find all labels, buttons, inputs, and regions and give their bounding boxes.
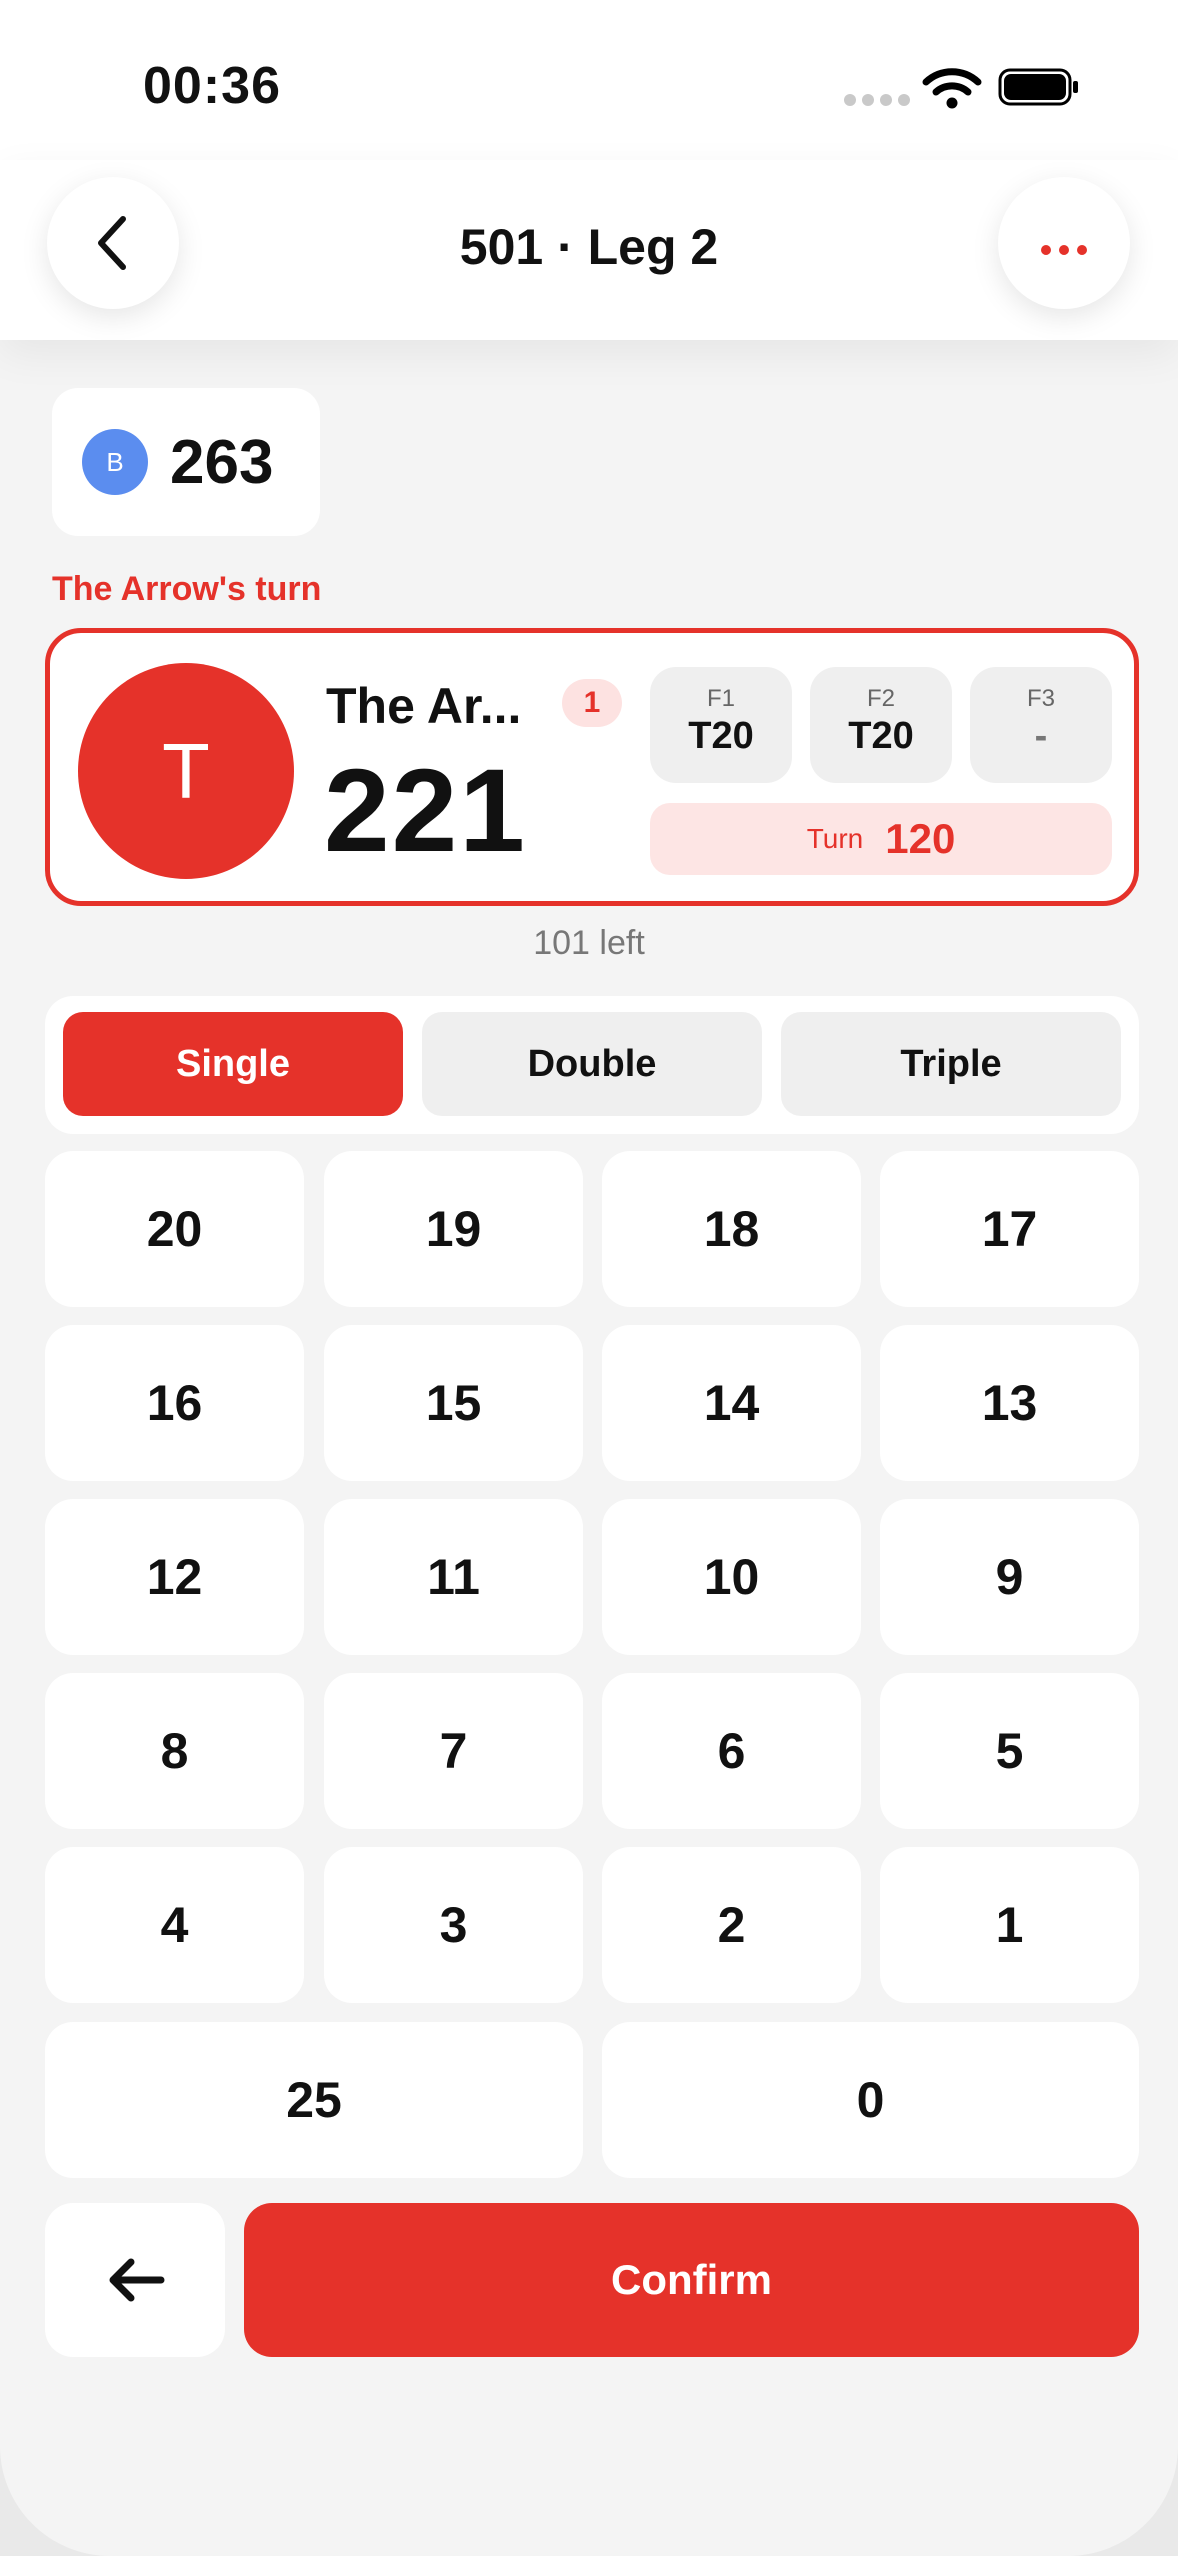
key-5[interactable]: 5 — [880, 1673, 1139, 1829]
turn-indicator: The Arrow's turn — [52, 570, 322, 608]
wifi-icon — [922, 68, 982, 109]
key-bull-25[interactable]: 25 — [45, 2022, 583, 2178]
player-legs-badge: 1 — [562, 679, 622, 727]
key-15[interactable]: 15 — [324, 1325, 583, 1481]
arrow-left-icon — [109, 2258, 165, 2302]
multiplier-triple-button[interactable]: Triple — [781, 1012, 1121, 1116]
player-name: The Ar... — [326, 678, 522, 734]
more-options-button[interactable] — [998, 177, 1130, 309]
key-8[interactable]: 8 — [45, 1673, 304, 1829]
dart-1-label: F1 — [706, 685, 735, 712]
multiplier-single-button[interactable]: Single — [63, 1012, 403, 1116]
key-14[interactable]: 14 — [602, 1325, 861, 1481]
key-2[interactable]: 2 — [602, 1847, 861, 2003]
status-time: 00:36 — [143, 57, 281, 115]
dart-3-box: F3 - — [970, 667, 1112, 783]
dart-3-value: - — [1034, 715, 1048, 757]
key-6[interactable]: 6 — [602, 1673, 861, 1829]
turn-total: Turn 120 — [650, 803, 1112, 875]
multiplier-selector: Single Double Triple — [45, 996, 1139, 1134]
cellular-signal-icon — [844, 94, 910, 106]
key-13[interactable]: 13 — [880, 1325, 1139, 1481]
game-screen: 00:36 501 · Leg 2 B 263 The Arrow's turn… — [0, 0, 1178, 2556]
dart-1-value: T20 — [688, 715, 754, 757]
battery-icon — [998, 68, 1078, 106]
key-9[interactable]: 9 — [880, 1499, 1139, 1655]
key-19[interactable]: 19 — [324, 1151, 583, 1307]
status-bar: 00:36 — [0, 0, 1178, 160]
key-4[interactable]: 4 — [45, 1847, 304, 2003]
confirm-button[interactable]: Confirm — [244, 2203, 1139, 2357]
key-20[interactable]: 20 — [45, 1151, 304, 1307]
player-avatar: T — [78, 663, 294, 879]
key-11[interactable]: 11 — [324, 1499, 583, 1655]
top-app-bar: 501 · Leg 2 — [0, 160, 1178, 340]
remaining-score: 101 left — [533, 924, 645, 962]
undo-button[interactable] — [45, 2203, 225, 2357]
dart-1-box: F1 T20 — [650, 667, 792, 783]
key-16[interactable]: 16 — [45, 1325, 304, 1481]
turn-total-value: 120 — [885, 815, 956, 862]
dart-2-box: F2 T20 — [810, 667, 952, 783]
opponent-score: 263 — [170, 427, 274, 497]
key-7[interactable]: 7 — [324, 1673, 583, 1829]
dart-2-value: T20 — [848, 715, 914, 757]
opponent-score-chip[interactable]: B 263 — [52, 388, 320, 536]
player-score: 221 — [324, 745, 527, 877]
key-3[interactable]: 3 — [324, 1847, 583, 2003]
dart-2-label: F2 — [866, 685, 895, 712]
key-17[interactable]: 17 — [880, 1151, 1139, 1307]
key-miss-0[interactable]: 0 — [602, 2022, 1139, 2178]
dart-3-label: F3 — [1026, 685, 1055, 712]
current-player-card: T The Ar... 1 221 F1 T20 F2 T20 F3 - Tur… — [45, 628, 1139, 906]
key-18[interactable]: 18 — [602, 1151, 861, 1307]
key-1[interactable]: 1 — [880, 1847, 1139, 2003]
more-horizontal-icon — [1041, 245, 1087, 255]
opponent-avatar: B — [82, 429, 148, 495]
key-10[interactable]: 10 — [602, 1499, 861, 1655]
key-12[interactable]: 12 — [45, 1499, 304, 1655]
turn-total-label: Turn — [806, 823, 864, 854]
multiplier-double-button[interactable]: Double — [422, 1012, 762, 1116]
